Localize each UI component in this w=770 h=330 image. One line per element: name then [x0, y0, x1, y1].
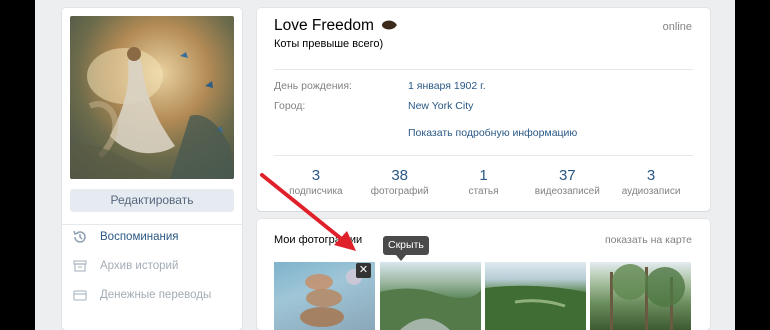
counter-label: подписчика	[289, 186, 343, 197]
menu-item-stories-archive[interactable]: Архив историй	[72, 256, 178, 276]
counter-followers[interactable]: 3 подписчика	[274, 167, 358, 207]
profile-counters: 3 подписчика 38 фотографий 1 статья 37 в…	[274, 167, 693, 207]
photo-thumbnail-trees[interactable]	[590, 262, 691, 330]
counter-label: фотографий	[370, 186, 429, 197]
info-divider-bottom	[274, 155, 693, 156]
photos-title[interactable]: Мои фотографии	[274, 234, 362, 246]
birthday-value[interactable]: 1 января 1902 г.	[408, 80, 486, 92]
counter-number: 3	[646, 167, 656, 184]
counter-number: 37	[558, 167, 576, 184]
hedgehog-emoji-icon	[381, 17, 397, 35]
online-indicator: online	[662, 21, 692, 33]
counter-articles[interactable]: 1 статья	[442, 167, 526, 207]
avatar-artwork	[70, 47, 234, 179]
show-on-map-link[interactable]: показать на карте	[605, 234, 692, 246]
info-divider-top	[274, 69, 693, 70]
page-canvas: Редактировать Воспоминания Архив историй…	[35, 0, 735, 330]
money-transfer-icon	[72, 287, 88, 303]
counter-number: 1	[479, 167, 488, 184]
profile-info-card: Love Freedom Коты превыше всего) online …	[257, 8, 710, 211]
counter-label: видеозаписей	[534, 186, 600, 197]
forest-valley-scene	[485, 285, 586, 330]
city-value[interactable]: New York City	[408, 100, 473, 112]
edit-profile-button[interactable]: Редактировать	[70, 189, 234, 212]
birthday-label: День рождения:	[274, 80, 352, 92]
menu-item-label: Архив историй	[100, 260, 179, 272]
profile-avatar[interactable]	[70, 16, 234, 179]
history-icon	[72, 229, 88, 245]
counter-videos[interactable]: 37 видеозаписей	[525, 167, 609, 207]
photos-card: Мои фотографии показать на карте	[257, 219, 710, 330]
counter-audio[interactable]: 3 аудиозаписи	[609, 167, 693, 207]
profile-status[interactable]: Коты превыше всего)	[274, 38, 383, 50]
menu-item-label: Денежные переводы	[100, 289, 212, 301]
archive-icon	[72, 258, 88, 274]
city-label: Город:	[274, 100, 306, 112]
tooltip-arrow-shape	[396, 255, 406, 261]
photo-thumbnail-valley[interactable]	[380, 262, 481, 330]
counter-label: аудиозаписи	[621, 186, 681, 197]
profile-name-text: Love Freedom	[274, 17, 374, 35]
menu-item-money-transfers[interactable]: Денежные переводы	[72, 285, 211, 305]
valley-scene	[380, 288, 481, 330]
photo-thumbnail-forest-valley[interactable]	[485, 262, 586, 330]
counter-number: 38	[391, 167, 409, 184]
profile-left-card: Редактировать Воспоминания Архив историй…	[62, 8, 242, 330]
menu-item-memories[interactable]: Воспоминания	[72, 227, 179, 247]
counter-label: статья	[468, 186, 499, 197]
hide-photo-close-icon[interactable]: ✕	[356, 263, 371, 278]
counter-photos[interactable]: 38 фотографий	[358, 167, 442, 207]
profile-name: Love Freedom	[274, 17, 397, 35]
menu-item-label: Воспоминания	[100, 231, 179, 243]
left-divider	[62, 224, 242, 225]
counter-number: 3	[311, 167, 321, 184]
trees-scene	[610, 264, 685, 330]
hide-tooltip: Скрыть	[383, 236, 429, 255]
show-more-info-link[interactable]: Показать подробную информацию	[408, 127, 577, 139]
